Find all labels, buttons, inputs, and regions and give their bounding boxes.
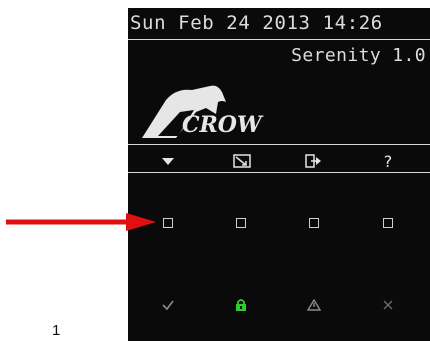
keypad-display: Sun Feb 24 2013 14:26 Serenity 1.0 CROW bbox=[128, 8, 430, 341]
edit-button[interactable] bbox=[222, 150, 262, 172]
lock-icon bbox=[236, 299, 246, 311]
trouble-indicator bbox=[299, 295, 329, 315]
version-label: Serenity 1.0 bbox=[291, 45, 426, 66]
keypad-key-4[interactable] bbox=[383, 218, 393, 228]
help-icon: ? bbox=[383, 151, 393, 171]
exit-icon bbox=[305, 154, 321, 168]
edit-box-icon bbox=[233, 154, 251, 168]
help-button[interactable]: ? bbox=[368, 150, 408, 172]
fault-indicator bbox=[373, 295, 403, 315]
armed-indicator bbox=[226, 295, 256, 315]
keypad-key-2[interactable] bbox=[236, 218, 246, 228]
keypad-key-1[interactable] bbox=[163, 218, 173, 228]
check-icon bbox=[162, 300, 174, 311]
logo-text: CROW bbox=[182, 112, 264, 138]
ready-indicator bbox=[153, 295, 183, 315]
warning-icon bbox=[307, 299, 321, 311]
date-time-display: Sun Feb 24 2013 14:26 bbox=[130, 12, 383, 34]
exit-button[interactable] bbox=[294, 150, 334, 172]
toolbar: ? bbox=[128, 150, 430, 172]
divider-mid bbox=[128, 144, 430, 145]
divider-top bbox=[128, 39, 430, 40]
chevron-down-icon bbox=[162, 158, 174, 165]
close-icon bbox=[383, 300, 393, 310]
menu-down-button[interactable] bbox=[148, 150, 188, 172]
footnote-label: 1 bbox=[52, 322, 61, 339]
crow-logo: CROW bbox=[142, 85, 264, 138]
keypad-key-3[interactable] bbox=[309, 218, 319, 228]
divider-bottom bbox=[128, 172, 430, 173]
red-arrow-annotation bbox=[6, 213, 156, 231]
